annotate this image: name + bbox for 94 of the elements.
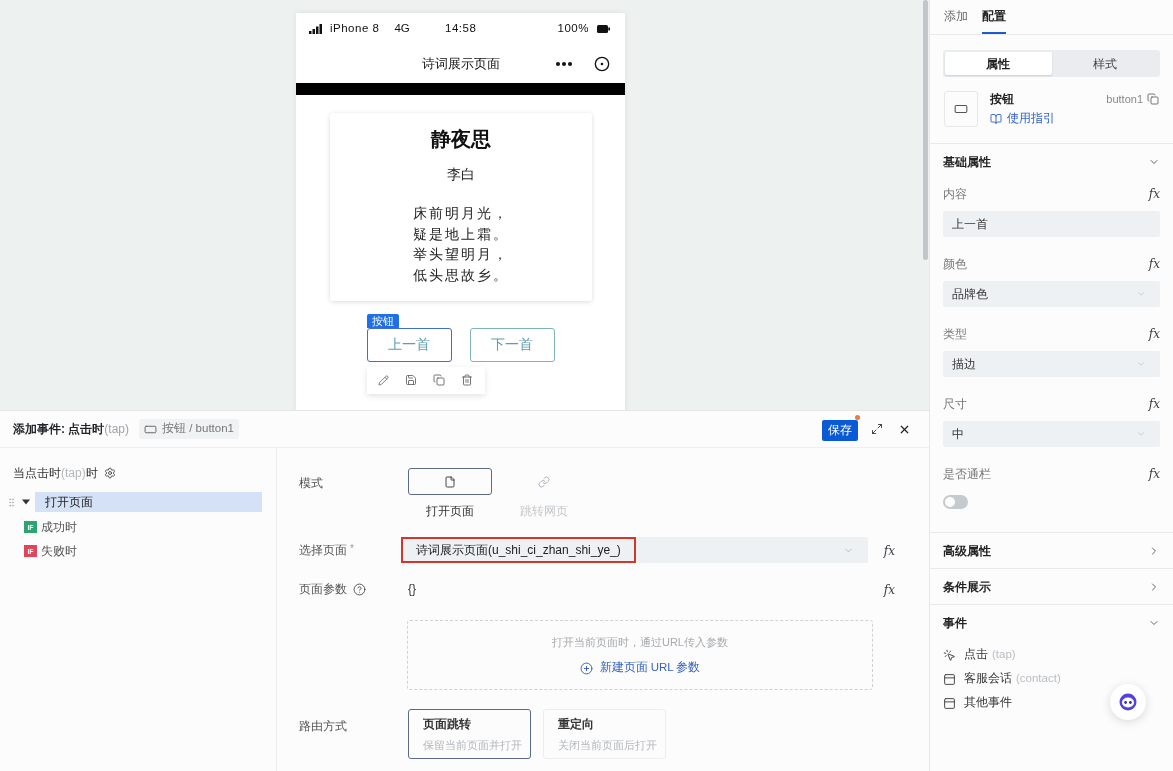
route-label: 路由方式 [299,718,348,736]
link-icon [538,475,550,488]
page-select[interactable]: 诗词展示页面(u_shi_ci_zhan_shi_ye_) [401,537,868,564]
mode-option[interactable] [408,468,492,495]
robot-icon [1118,693,1138,711]
page-title: 诗词展示页面 [421,55,500,74]
copy-icon[interactable] [1147,93,1159,106]
save-icon[interactable] [405,374,418,387]
scrollbar-thumb[interactable] [923,0,928,260]
caret-down-icon[interactable] [22,498,30,506]
section-title: 条件展示 [943,578,991,596]
mode-option-label: 打开页面 [426,504,474,519]
poem-line: 疑是地上霜。 [412,224,509,244]
formula-button[interactable]: fx [1148,398,1160,410]
poem-line: 低头思故乡。 [412,266,509,286]
status-time: 14:58 [445,21,477,37]
trigger-label: 当点击时(tap)时 [13,465,98,482]
poem-line: 床前明月光， [412,204,509,223]
segment-tab[interactable]: 样式 [1051,52,1158,75]
route-option[interactable]: 重定向 关闭当前页面后打开 [543,709,666,760]
formula-button[interactable]: fx [1148,258,1160,270]
action-tree-item[interactable]: 打开页面 [35,492,262,512]
panel-tab[interactable]: 添加 [944,0,968,34]
page-select-label: 选择页面 * [299,542,355,560]
component-name: 按钮 [990,91,1015,109]
copy-icon[interactable] [432,374,445,387]
panel-tab[interactable]: 配置 [982,0,1006,34]
add-url-param-link[interactable]: 新建页面 URL 参数 [579,659,701,677]
select-field[interactable]: 品牌色 [943,281,1160,307]
event-item[interactable]: 客服会话 (contact) [930,667,1173,691]
battery-icon [597,25,610,33]
formula-button[interactable]: fx [1148,188,1160,200]
expand-icon[interactable] [871,423,883,435]
event-item[interactable]: 点击 (tap) [930,643,1173,667]
target-icon[interactable] [594,56,610,72]
select-value: 品牌色 [952,286,988,303]
poem-line: 举头望明月， [412,245,509,265]
carrier-label: iPhone 8 [330,21,380,37]
book-icon [990,113,1002,125]
route-option[interactable]: 页面跳转 保留当前页面并打开 [408,709,531,760]
poem-title: 静夜思 [430,127,491,152]
event-item[interactable]: 其他事件 [930,691,1173,715]
network-label: 4G [394,21,410,37]
click-icon [943,648,956,662]
toggle-switch[interactable] [943,495,968,509]
save-button[interactable]: 保存 [822,419,858,441]
select-value: 中 [952,426,964,443]
poem-author: 李白 [446,165,475,184]
signal-icon [309,24,323,34]
field-label: 内容 [943,186,967,203]
drag-handle-icon [6,496,17,508]
guide-link[interactable]: 使用指引 [990,110,1055,128]
window-icon [943,672,956,686]
select-field[interactable]: 中 [943,421,1160,447]
dialog-title: 添加事件: 点击时(tap) [13,421,130,438]
field-label: 是否通栏 [943,466,991,483]
mode-label: 模式 [299,475,324,492]
select-field[interactable]: 描边 [943,351,1160,377]
condition-item[interactable]: 成功时 [41,518,77,536]
formula-button[interactable]: fx [1148,468,1160,480]
field-label: 尺寸 [943,396,967,413]
formula-button[interactable]: fx [883,583,895,598]
chevron-down-icon [1136,359,1146,369]
section-title: 事件 [943,614,967,632]
chevron-down-icon [1136,429,1146,439]
trash-icon[interactable] [460,374,473,387]
field-label: 颜色 [943,256,967,273]
more-icon[interactable] [556,62,572,66]
select-value: 描边 [952,356,976,373]
component-id: button1 [1106,92,1143,107]
settings-icon[interactable] [103,467,116,479]
pencil-icon[interactable] [378,374,390,386]
condition-item[interactable]: 失败时 [41,542,77,560]
field-label: 类型 [943,326,967,343]
selection-tag: 按钮 [366,313,399,328]
formula-button[interactable]: fx [1148,328,1160,340]
target-label: 按钮 / button1 [162,421,234,437]
assistant-button[interactable] [1110,684,1146,720]
battery-label: 100% [557,21,589,37]
selected-page-value: 诗词展示页面(u_shi_ci_zhan_shi_ye_) [401,537,636,564]
chevron-down-icon [1136,289,1146,299]
params-label: 页面参数 [299,581,347,599]
plus-circle-icon [579,661,593,675]
text-input[interactable]: 上一首 [943,211,1160,237]
section-title: 基础属性 [943,153,991,171]
formula-button[interactable]: fx [883,544,895,559]
help-icon [353,582,366,596]
section-title: 高级属性 [943,542,991,560]
file-icon [444,475,456,488]
params-hint: 打开当前页面时，通过URL传入参数 [552,634,728,650]
window-icon [943,696,956,710]
segment-tab[interactable]: 属性 [945,52,1052,75]
component-icon [944,91,978,127]
params-value: {} [408,581,416,599]
